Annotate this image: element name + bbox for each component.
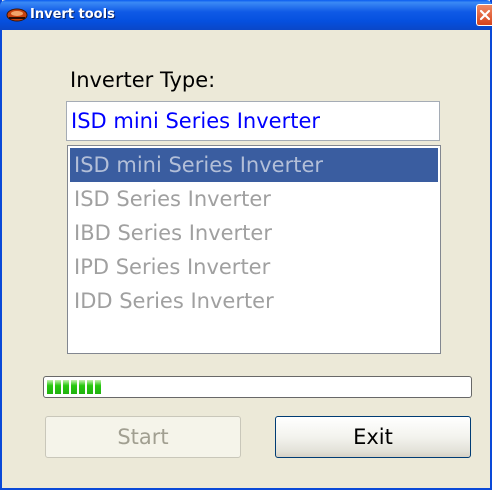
progress-segment <box>87 380 93 394</box>
progress-fill <box>47 380 468 394</box>
progress-segment <box>95 380 101 394</box>
close-button[interactable] <box>476 4 492 26</box>
progress-segment <box>71 380 77 394</box>
start-button[interactable]: Start <box>45 416 241 458</box>
inverter-type-field[interactable]: ISD mini Series Inverter <box>66 101 440 141</box>
progress-segment <box>55 380 61 394</box>
inverter-type-list[interactable]: ISD mini Series Inverter ISD Series Inver… <box>67 145 441 354</box>
progress-bar <box>43 376 472 398</box>
list-item[interactable]: ISD mini Series Inverter <box>70 148 438 182</box>
invert-tools-window: Invert tools Inverter Type: ISD mini Ser… <box>0 0 492 490</box>
list-item[interactable]: IPD Series Inverter <box>70 250 438 284</box>
exit-button[interactable]: Exit <box>275 416 471 458</box>
list-item[interactable]: IDD Series Inverter <box>70 284 438 318</box>
app-icon <box>6 8 28 22</box>
progress-segment <box>63 380 69 394</box>
window-title: Invert tools <box>30 7 115 22</box>
progress-segment <box>47 380 53 394</box>
progress-segment <box>79 380 85 394</box>
inverter-type-label: Inverter Type: <box>70 68 216 92</box>
list-item[interactable]: IBD Series Inverter <box>70 216 438 250</box>
close-x-icon <box>479 9 491 21</box>
title-bar[interactable]: Invert tools <box>0 0 492 30</box>
list-item[interactable]: ISD Series Inverter <box>70 182 438 216</box>
